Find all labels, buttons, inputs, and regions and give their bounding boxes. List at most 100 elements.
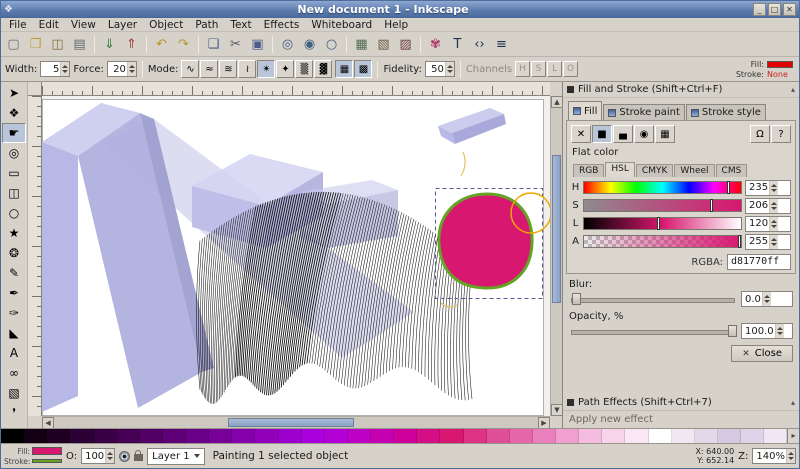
palette-swatch[interactable] xyxy=(24,429,47,443)
palette-scroll-button[interactable]: ▸ xyxy=(787,429,799,443)
dropper-tool-button[interactable]: ❜ xyxy=(2,403,26,423)
layer-visibility-icon[interactable] xyxy=(119,451,130,462)
xml-editor-button[interactable]: ‹› xyxy=(469,34,490,55)
channel-o-button[interactable]: O xyxy=(563,61,578,77)
current-style-indicator[interactable]: Fill: Stroke: None xyxy=(734,60,795,79)
colorspace-tab-hsl[interactable]: HSL xyxy=(605,162,635,177)
mode-blur-button[interactable]: ▒ xyxy=(295,60,313,78)
spinner-arrows[interactable] xyxy=(786,449,795,463)
close-window-button[interactable]: ✕ xyxy=(783,3,796,16)
palette-swatch[interactable] xyxy=(741,429,764,443)
cut-button[interactable]: ✂ xyxy=(225,34,246,55)
opacity-slider-handle[interactable] xyxy=(728,325,737,337)
colorspace-tab-rgb[interactable]: RGB xyxy=(573,164,604,177)
drawing-canvas[interactable] xyxy=(42,96,550,416)
colorspace-tab-cms[interactable]: CMS xyxy=(716,164,748,177)
pink-blob-path[interactable] xyxy=(439,194,532,288)
menu-view[interactable]: View xyxy=(65,18,102,32)
fidelity-spinbox[interactable]: 50 xyxy=(425,61,455,77)
zoom-selection-button[interactable]: ◎ xyxy=(277,34,298,55)
spinner-arrows[interactable] xyxy=(769,235,778,249)
spinner-arrows[interactable] xyxy=(762,292,771,306)
status-stroke-swatch[interactable] xyxy=(32,459,62,463)
palette-swatch[interactable] xyxy=(440,429,463,443)
rgba-input[interactable]: d81770ff xyxy=(727,254,791,270)
box3d-tool-button[interactable]: ◫ xyxy=(2,183,26,203)
force-spinbox[interactable]: 20 xyxy=(107,61,137,77)
flat-color-button[interactable]: ■ xyxy=(592,125,612,143)
slider-marker[interactable] xyxy=(658,218,659,229)
connector-tool-button[interactable]: ∞ xyxy=(2,363,26,383)
palette-swatch[interactable] xyxy=(417,429,440,443)
palette-swatch[interactable] xyxy=(140,429,163,443)
selector-tool-button[interactable]: ➤ xyxy=(2,83,26,103)
palette-swatch[interactable] xyxy=(602,429,625,443)
palette-swatch[interactable] xyxy=(70,429,93,443)
palette-swatch[interactable] xyxy=(163,429,186,443)
spinner-arrows[interactable] xyxy=(769,217,778,231)
palette-swatch[interactable] xyxy=(394,429,417,443)
palette-swatch[interactable] xyxy=(556,429,579,443)
box3d-face[interactable] xyxy=(42,142,78,412)
layer-selector[interactable]: Layer 1 xyxy=(147,448,204,465)
channel-s-button[interactable]: S xyxy=(531,61,546,77)
duplicate-button[interactable]: ▦ xyxy=(351,34,372,55)
unlink-clone-button[interactable]: ▨ xyxy=(395,34,416,55)
save-document-button[interactable]: ◫ xyxy=(47,34,68,55)
menu-path[interactable]: Path xyxy=(189,18,224,32)
spinner-arrows[interactable] xyxy=(769,181,778,195)
tab-fill[interactable]: Fill xyxy=(568,101,602,120)
slider-marker[interactable] xyxy=(728,182,729,193)
open-document-button[interactable]: ❐ xyxy=(25,34,46,55)
collapse-icon[interactable]: ▴ xyxy=(791,85,795,94)
text-dialog-button[interactable]: T xyxy=(447,34,468,55)
vertical-scrollbar[interactable]: ▲ ▼ xyxy=(550,96,562,416)
colorspace-tab-wheel[interactable]: Wheel xyxy=(674,164,714,177)
copy-button[interactable]: ❏ xyxy=(203,34,224,55)
channel-l-button[interactable]: L xyxy=(547,61,562,77)
calligraphy-tool-button[interactable]: ✑ xyxy=(2,303,26,323)
minimize-button[interactable]: _ xyxy=(753,3,766,16)
lightness-slider[interactable] xyxy=(583,217,742,230)
pencil-tool-button[interactable]: ✎ xyxy=(2,263,26,283)
menu-effects[interactable]: Effects xyxy=(258,18,306,32)
node-tool-button[interactable]: ❖ xyxy=(2,103,26,123)
blur-slider-handle[interactable] xyxy=(572,293,581,305)
tab-stroke-paint[interactable]: Stroke paint xyxy=(603,104,685,120)
saturation-spinbox[interactable]: 206 xyxy=(745,198,791,214)
zoom-page-button[interactable]: ○ xyxy=(321,34,342,55)
horizontal-scrollbar-thumb[interactable] xyxy=(228,418,354,427)
hue-slider[interactable] xyxy=(583,181,742,194)
saturation-slider[interactable] xyxy=(583,199,742,212)
palette-swatch[interactable] xyxy=(510,429,533,443)
redo-button[interactable]: ↷ xyxy=(173,34,194,55)
slider-marker[interactable] xyxy=(711,200,712,211)
opacity-slider[interactable] xyxy=(569,324,737,338)
horizontal-scrollbar[interactable]: ◀ ▶ xyxy=(42,416,550,428)
palette-swatch[interactable] xyxy=(209,429,232,443)
menu-file[interactable]: File xyxy=(3,18,33,32)
rectangle-tool-button[interactable]: ▭ xyxy=(2,163,26,183)
palette-swatch[interactable] xyxy=(232,429,255,443)
export-button[interactable]: ⇑ xyxy=(121,34,142,55)
pattern-button[interactable]: ▦ xyxy=(655,125,675,143)
palette-swatch[interactable] xyxy=(325,429,348,443)
palette-swatch[interactable] xyxy=(764,429,787,443)
menu-whiteboard[interactable]: Whiteboard xyxy=(305,18,378,32)
spinner-arrows[interactable] xyxy=(769,199,778,213)
import-button[interactable]: ⇓ xyxy=(99,34,120,55)
spinner-arrows[interactable] xyxy=(775,324,784,338)
menu-edit[interactable]: Edit xyxy=(33,18,65,32)
tweak-tool-button[interactable]: ☛ xyxy=(2,123,26,143)
fill-stroke-dialog-title[interactable]: Fill and Stroke (Shift+Ctrl+F) ▴ xyxy=(563,82,799,98)
palette-swatch[interactable] xyxy=(464,429,487,443)
palette-swatch[interactable] xyxy=(579,429,602,443)
paintbucket-tool-button[interactable]: ◣ xyxy=(2,323,26,343)
palette-swatch[interactable] xyxy=(186,429,209,443)
mode-roughen-button[interactable]: ≀ xyxy=(238,60,256,78)
status-fill-swatch[interactable] xyxy=(32,447,62,455)
palette-swatch[interactable] xyxy=(487,429,510,443)
swatch-button[interactable]: Ω xyxy=(750,125,770,143)
spinner-arrows[interactable] xyxy=(127,62,136,76)
horizontal-ruler[interactable] xyxy=(42,82,550,96)
